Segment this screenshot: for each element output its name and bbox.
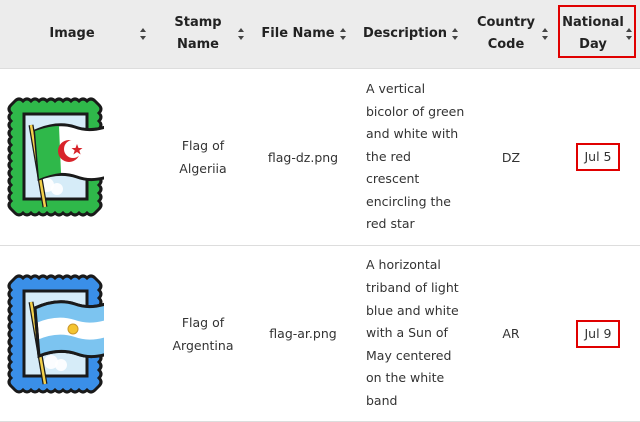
description-line: encircling the xyxy=(366,193,451,209)
column-header-national-day[interactable]: National Day xyxy=(556,0,640,69)
description-line: A vertical xyxy=(366,80,426,96)
description-line: with a Sun of xyxy=(366,325,448,341)
description-line: bicolor of green xyxy=(366,103,465,119)
column-header-image[interactable]: Image xyxy=(0,0,154,69)
stamp-name-line-2: Algeriia xyxy=(179,161,227,176)
column-header-country-code[interactable]: Country Code xyxy=(466,0,556,69)
column-header-description-label: Description xyxy=(362,26,448,41)
table-row: Flag of Algeriia flag-dz.png A vertical bi… xyxy=(0,68,640,246)
national-day-cell: Jul 5 xyxy=(556,68,640,246)
argentina-flag-stamp-icon xyxy=(7,274,104,393)
sort-icon[interactable] xyxy=(626,28,634,40)
file-name-cell: flag-dz.png xyxy=(252,68,354,246)
description-line: red star xyxy=(366,216,415,232)
column-header-stamp-name-label-1: Stamp xyxy=(174,15,222,30)
header-row: Image Stamp Name File Name Description Co… xyxy=(0,0,640,69)
image-cell xyxy=(0,68,154,246)
flags-table: Image Stamp Name File Name Description Co… xyxy=(0,0,640,422)
table-row: Flag of Argentina flag-ar.png A horizonta… xyxy=(0,245,640,422)
country-code-cell: AR xyxy=(466,245,556,422)
description-line: triband of light xyxy=(366,280,459,296)
description-line: blue and white xyxy=(366,302,459,318)
highlight-box xyxy=(558,5,636,58)
column-header-file-name[interactable]: File Name xyxy=(252,0,354,69)
stamp-name-line-2: Argentina xyxy=(172,337,234,353)
description-line: band xyxy=(366,392,398,408)
description-cell: A vertical bicolor of green and white with… xyxy=(354,68,466,246)
national-day-value: Jul 5 xyxy=(576,143,620,171)
column-header-stamp-name-label-2: Name xyxy=(176,37,219,52)
stamp-name-cell: Flag of Argentina xyxy=(154,245,252,422)
column-header-stamp-name[interactable]: Stamp Name xyxy=(154,0,252,69)
image-cell xyxy=(0,245,154,422)
national-day-value: Jul 9 xyxy=(576,319,620,348)
column-header-image-label: Image xyxy=(49,26,95,41)
description-line: on the white xyxy=(366,370,445,386)
stamp-name-line-1: Flag of xyxy=(181,138,225,153)
algeria-flag-stamp-icon xyxy=(7,97,104,217)
sort-icon[interactable] xyxy=(542,28,550,40)
description-line: and white with xyxy=(366,126,459,142)
country-code-cell: DZ xyxy=(466,68,556,246)
sort-icon[interactable] xyxy=(452,28,460,40)
stamp-name-cell: Flag of Algeriia xyxy=(154,68,252,246)
national-day-cell: Jul 9 xyxy=(556,245,640,422)
sort-icon[interactable] xyxy=(238,28,246,40)
stamp-name-line-1: Flag of xyxy=(181,314,225,330)
column-header-country-code-label-2: Code xyxy=(487,37,525,52)
column-header-file-name-label: File Name xyxy=(261,26,335,41)
description-cell: A horizontal triband of light blue and whi… xyxy=(354,245,466,422)
sort-icon[interactable] xyxy=(340,28,348,40)
column-header-description[interactable]: Description xyxy=(354,0,466,69)
description-line: May centered xyxy=(366,347,452,363)
file-name-cell: flag-ar.png xyxy=(252,245,354,422)
column-header-country-code-label-1: Country xyxy=(476,15,536,30)
sort-icon[interactable] xyxy=(140,28,148,40)
description-line: the red crescent xyxy=(366,148,420,187)
description-line: A horizontal xyxy=(366,257,441,273)
